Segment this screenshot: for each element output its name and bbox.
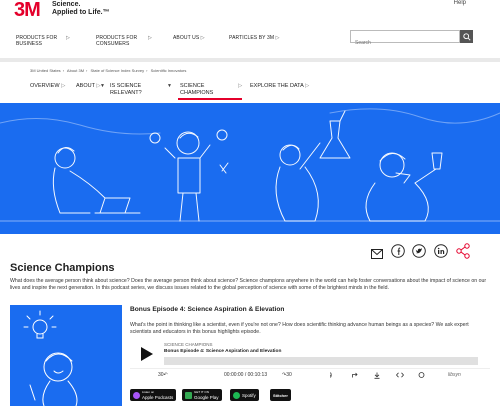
share-icon xyxy=(456,243,470,259)
subnav-label: CHAMPIONS xyxy=(180,90,214,96)
breadcrumb-item: Scientific Innovators xyxy=(150,68,187,73)
episode-title: Bonus Episode 4: Science Aspiration & El… xyxy=(130,306,285,313)
chevron-right-icon: ▷ xyxy=(200,35,205,41)
nav-label: ABOUT US xyxy=(173,35,200,41)
divider xyxy=(0,58,500,62)
breadcrumb-item[interactable]: State of Science Index Survey xyxy=(91,68,145,73)
subnav-label: OVERVIEW xyxy=(30,83,60,89)
breadcrumb-separator: › xyxy=(146,68,148,73)
badge-label: Google Play xyxy=(194,395,219,400)
badge-label: Apple Podcasts xyxy=(142,395,174,400)
3m-logo[interactable]: 3M xyxy=(14,0,41,20)
player-episode-title: Bonus Episode 4: Science Aspiration and … xyxy=(164,349,282,354)
breadcrumb-item[interactable]: 3M United States xyxy=(30,68,61,73)
breadcrumb: 3M United States › About 3M › State of Sci… xyxy=(30,68,188,73)
nav-label: CONSUMERS xyxy=(96,41,130,47)
apple-podcasts-badge[interactable]: Listen on Apple Podcasts xyxy=(130,389,177,401)
nav-label: PARTICLES BY 3M xyxy=(229,35,275,41)
subnav-label: SCIENCE xyxy=(180,83,205,89)
linkedin-icon xyxy=(434,244,448,258)
breadcrumb-separator: › xyxy=(62,68,65,73)
progress-bar[interactable] xyxy=(164,357,478,365)
nav-products-consumers[interactable]: PRODUCTS FOR CONSUMERS xyxy=(96,35,137,47)
page-title: Science Champions xyxy=(10,262,115,274)
breadcrumb-item[interactable]: About 3M xyxy=(67,68,84,73)
episode-description: What's the point in thinking like a scie… xyxy=(130,322,469,335)
badge-label-stack: GET IT ON Google Play xyxy=(194,390,219,400)
subnav-label: RELEVANT? xyxy=(110,90,142,96)
badge-label-stack: Listen on Apple Podcasts xyxy=(142,390,173,400)
active-tab-indicator xyxy=(178,98,242,100)
podcast-player: SCIENCE CHAMPIONS Bonus Episode 4: Scien… xyxy=(130,341,490,389)
facebook-icon xyxy=(391,244,405,258)
stitcher-badge[interactable]: Stitcher xyxy=(270,389,291,401)
email-icon xyxy=(371,249,383,259)
badge-label: Stitcher xyxy=(273,392,288,398)
google-play-icon xyxy=(185,391,192,399)
intro-text: What does the average person think about… xyxy=(10,278,487,291)
chevron-right-icon: ▷ xyxy=(275,35,280,41)
loop-icon[interactable] xyxy=(418,372,425,380)
chevron-right-icon: ▷ xyxy=(305,83,310,89)
download-icon[interactable] xyxy=(374,372,380,381)
share-facebook-button[interactable] xyxy=(391,244,405,258)
subnav-label: IS SCIENCE xyxy=(110,83,142,89)
episode-artwork xyxy=(10,305,122,406)
nav-particles[interactable]: PARTICLES BY 3M ▷ xyxy=(229,35,280,41)
breadcrumb-separator: › xyxy=(86,68,88,73)
tagline-line1: Science. xyxy=(52,1,81,8)
chevron-right-icon: ▷ xyxy=(238,83,243,89)
share-twitter-button[interactable] xyxy=(412,244,426,258)
search-input[interactable] xyxy=(351,37,459,49)
subnav-explore[interactable]: EXPLORE THE DATA ▷ xyxy=(250,83,309,90)
subnav-about[interactable]: ABOUT ▷ xyxy=(76,83,101,90)
libsyn-logo[interactable]: libsyn xyxy=(448,372,461,378)
search-button[interactable] xyxy=(460,30,473,43)
subnav-label: ABOUT xyxy=(76,83,95,89)
spotify-icon xyxy=(233,391,240,399)
chevron-down-icon: ▼ xyxy=(167,83,172,89)
chevron-right-icon: ▷ xyxy=(66,35,70,41)
hero-illustration xyxy=(0,108,500,222)
hero-banner xyxy=(0,103,500,234)
chevron-right-icon: ▷ xyxy=(61,83,66,89)
search-icon xyxy=(462,32,471,41)
nav-about-us[interactable]: ABOUT US ▷ xyxy=(173,35,205,41)
subnav-champions[interactable]: SCIENCE CHAMPIONS xyxy=(180,83,213,97)
nav-products-business[interactable]: PRODUCTS FOR BUSINESS xyxy=(16,35,57,47)
subnav-relevant[interactable]: IS SCIENCE RELEVANT? xyxy=(110,83,142,97)
subnav-overview[interactable]: OVERVIEW ▷ xyxy=(30,83,65,90)
subnav-label: EXPLORE THE DATA xyxy=(250,83,304,89)
rewind-30-button[interactable]: 30↶ xyxy=(158,372,168,378)
tagline-line2: Applied to Life.™ xyxy=(52,9,110,16)
search-field[interactable] xyxy=(350,30,460,49)
sub-nav: OVERVIEW ▷ ABOUT ▷ ▼ IS SCIENCE RELEVANT… xyxy=(0,80,500,102)
badge-label: Spotify xyxy=(242,392,256,398)
play-button[interactable] xyxy=(136,344,156,364)
top-bar: 3M Science. Applied to Life.™ Help xyxy=(0,0,500,26)
tagline: Science. Applied to Life.™ xyxy=(52,1,110,17)
google-play-badge[interactable]: GET IT ON Google Play xyxy=(182,389,222,401)
episode-illustration xyxy=(23,310,78,406)
twitter-icon xyxy=(412,244,426,258)
embed-icon[interactable] xyxy=(395,372,405,380)
help-link[interactable]: Help xyxy=(454,0,466,6)
share-linkedin-button[interactable] xyxy=(434,244,448,258)
chevron-right-icon: ▷ xyxy=(148,35,152,41)
player-series-label: SCIENCE CHAMPIONS xyxy=(164,342,213,347)
spotify-badge[interactable]: Spotify xyxy=(230,389,259,401)
player-controls: 30↶ 00:00:00 / 00:10:13 ↷30 libsyn xyxy=(130,368,490,382)
share-arrow-icon[interactable] xyxy=(352,372,359,380)
apple-podcasts-icon xyxy=(133,391,140,399)
forward-30-button[interactable]: ↷30 xyxy=(282,372,292,378)
share-button[interactable] xyxy=(456,243,470,259)
rss-icon[interactable] xyxy=(330,372,336,380)
chevron-down-icon: ▼ xyxy=(100,83,105,89)
play-icon xyxy=(141,347,153,361)
time-display: 00:00:00 / 00:10:13 xyxy=(224,372,268,378)
share-email-button[interactable] xyxy=(371,246,383,259)
nav-label: BUSINESS xyxy=(16,41,43,47)
